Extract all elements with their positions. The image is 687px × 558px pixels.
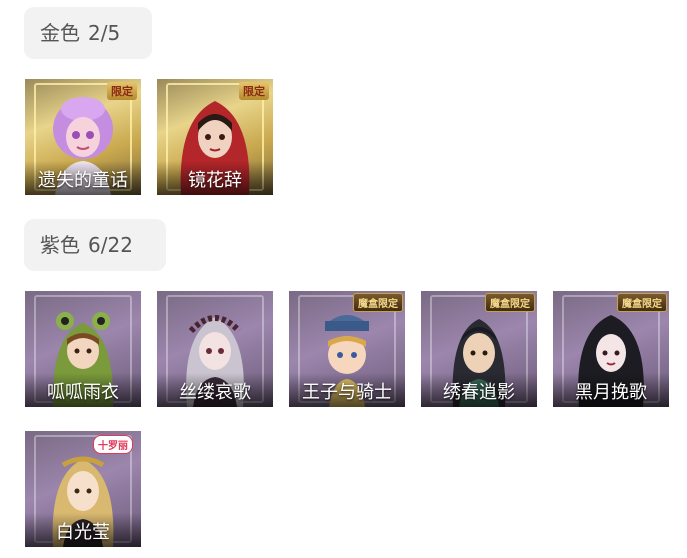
limited-badge: 限定 [239, 82, 269, 100]
skin-name: 白光莹 [25, 513, 141, 547]
gold-section-count: 2/5 [88, 21, 121, 45]
skin-name: 丝缕哀歌 [157, 373, 273, 407]
skin-card-gold-0[interactable]: 限定 遗失的童话 [25, 79, 141, 195]
magic-box-limited-badge: 魔盒限定 [617, 293, 667, 312]
collab-badge: 十罗丽 [93, 435, 133, 454]
skin-card-purple-2[interactable]: 魔盒限定 王子与骑士 [289, 291, 405, 407]
skin-card-gold-1[interactable]: 限定 镜花辞 [157, 79, 273, 195]
purple-section-count: 6/22 [88, 233, 133, 257]
skin-name: 镜花辞 [157, 161, 273, 195]
gold-section-header: 金色 2/5 [24, 7, 152, 59]
limited-badge: 限定 [107, 82, 137, 100]
purple-section-header: 紫色 6/22 [24, 219, 166, 271]
skin-name: 王子与骑士 [289, 373, 405, 407]
skin-name: 绣春逍影 [421, 373, 537, 407]
skin-name: 遗失的童话 [25, 161, 141, 195]
skin-card-purple-0[interactable]: 呱呱雨衣 [25, 291, 141, 407]
gold-section-title: 金色 [40, 21, 80, 45]
skin-name: 黑月挽歌 [553, 373, 669, 407]
skin-card-purple-5[interactable]: 十罗丽 白光莹 [25, 431, 141, 547]
skin-card-purple-1[interactable]: 丝缕哀歌 [157, 291, 273, 407]
skin-card-purple-3[interactable]: 魔盒限定 绣春逍影 [421, 291, 537, 407]
purple-section-title: 紫色 [40, 233, 80, 257]
magic-box-limited-badge: 魔盒限定 [485, 293, 535, 312]
skin-name: 呱呱雨衣 [25, 373, 141, 407]
skin-card-purple-4[interactable]: 魔盒限定 黑月挽歌 [553, 291, 669, 407]
magic-box-limited-badge: 魔盒限定 [353, 293, 403, 312]
